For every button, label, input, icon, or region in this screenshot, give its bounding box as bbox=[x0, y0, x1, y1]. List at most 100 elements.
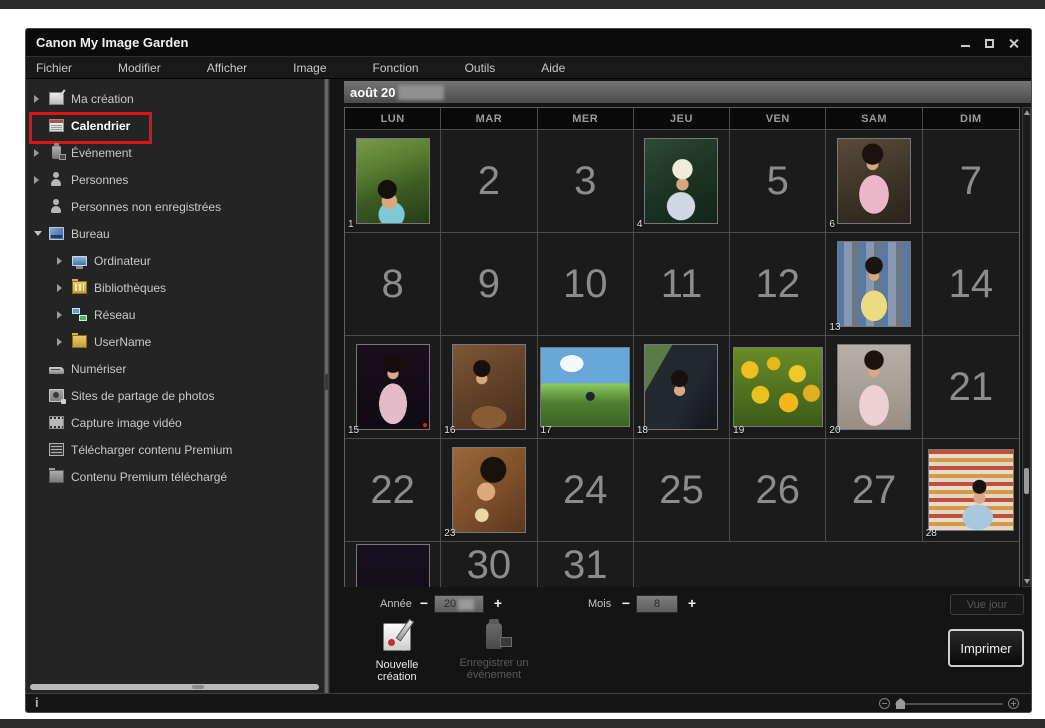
month-increment-button[interactable]: + bbox=[684, 594, 700, 612]
sidebar-item-contenu-premium-telecharge[interactable]: Contenu Premium téléchargé bbox=[26, 463, 323, 490]
calendar-week-row: 1234567 bbox=[345, 130, 1019, 233]
sidebar-splitter[interactable] bbox=[323, 79, 330, 693]
calendar-cell-day-10[interactable]: 10 bbox=[538, 233, 634, 335]
calendar-cell-day-16[interactable]: 16 bbox=[441, 336, 537, 438]
new-creation-button[interactable]: Nouvelle création bbox=[364, 623, 430, 683]
sidebar-item-calendrier[interactable]: Calendrier bbox=[26, 112, 323, 139]
sidebar-item-label: Numériser bbox=[71, 362, 126, 376]
calendar-cell-day-5[interactable]: 5 bbox=[730, 130, 826, 232]
menu-item-afficher[interactable]: Afficher bbox=[207, 61, 247, 75]
chevron-right-icon[interactable] bbox=[57, 338, 72, 346]
calendar-cell-day-25[interactable]: 25 bbox=[634, 439, 730, 541]
calendar-cell-day-13[interactable]: 13 bbox=[826, 233, 922, 335]
scroll-down-arrow-icon[interactable] bbox=[1024, 579, 1030, 584]
scrollbar-thumb[interactable] bbox=[1024, 468, 1029, 494]
calendar-cell-day-12[interactable]: 12 bbox=[730, 233, 826, 335]
calendar-cell-day-27[interactable]: 27 bbox=[826, 439, 922, 541]
calendar-cell-day-28[interactable]: 28 bbox=[923, 439, 1019, 541]
calendar-cell-day-8[interactable]: 8 bbox=[345, 233, 441, 335]
day-view-button[interactable]: Vue jour bbox=[950, 594, 1024, 615]
chevron-right-icon[interactable] bbox=[57, 284, 72, 292]
calendar-cell-day-22[interactable]: 22 bbox=[345, 439, 441, 541]
calendar-cell-day-1[interactable]: 1 bbox=[345, 130, 441, 232]
day-number: 19 bbox=[733, 425, 744, 436]
calendar-cell-day-26[interactable]: 26 bbox=[730, 439, 826, 541]
year-increment-button[interactable]: + bbox=[490, 594, 506, 612]
calendar-cell-day-29[interactable]: 29 bbox=[345, 542, 441, 587]
calendar-cell-day-17[interactable]: 17 bbox=[538, 336, 634, 438]
month-value-field[interactable]: 8 bbox=[636, 595, 678, 613]
sidebar-item-evenement[interactable]: Événement bbox=[26, 139, 323, 166]
sidebar-item-label: Sites de partage de photos bbox=[71, 389, 214, 403]
chevron-right-icon[interactable] bbox=[34, 149, 49, 157]
sidebar-item-telecharger-contenu-premium[interactable]: Télécharger contenu Premium bbox=[26, 436, 323, 463]
chevron-down-icon[interactable] bbox=[34, 231, 49, 236]
calendar-cell-day-6[interactable]: 6 bbox=[826, 130, 922, 232]
chevron-right-icon[interactable] bbox=[57, 311, 72, 319]
vertical-scrollbar[interactable] bbox=[1022, 107, 1031, 587]
menu-item-aide[interactable]: Aide bbox=[541, 61, 565, 75]
calendar-cell-day-23[interactable]: 23 bbox=[441, 439, 537, 541]
zoom-slider-track[interactable] bbox=[895, 703, 1003, 705]
calendar-cell-day-30[interactable]: 30 bbox=[441, 542, 537, 587]
print-button[interactable]: Imprimer bbox=[948, 629, 1024, 667]
calendar-cell-day-19[interactable]: 19 bbox=[730, 336, 826, 438]
scroll-up-arrow-icon[interactable] bbox=[1024, 110, 1030, 115]
sidebar-item-personnes[interactable]: Personnes bbox=[26, 166, 323, 193]
calendar-cell-day-15[interactable]: 15 bbox=[345, 336, 441, 438]
menu-item-outils[interactable]: Outils bbox=[465, 61, 496, 75]
sidebar-horizontal-scrollbar[interactable] bbox=[30, 684, 319, 690]
sidebar-item-personnes-non-enregistrees[interactable]: Personnes non enregistrées bbox=[26, 193, 323, 220]
photo-thumbnail bbox=[541, 348, 629, 426]
year-decrement-button[interactable]: − bbox=[416, 594, 432, 612]
calendar-cell-day-31[interactable]: 31 bbox=[538, 542, 634, 587]
sidebar-item-ordinateur[interactable]: Ordinateur bbox=[26, 247, 323, 274]
calendar-cell-day-9[interactable]: 9 bbox=[441, 233, 537, 335]
calendar-cell-day-4[interactable]: 4 bbox=[634, 130, 730, 232]
calendar-cell-day-18[interactable]: 18 bbox=[634, 336, 730, 438]
scrollbar-grip[interactable] bbox=[192, 685, 204, 689]
zoom-in-icon[interactable] bbox=[1008, 698, 1019, 709]
sidebar-item-sites-de-partage-de-photos[interactable]: Sites de partage de photos bbox=[26, 382, 323, 409]
calendar-cell-day-14[interactable]: 14 bbox=[923, 233, 1019, 335]
day-number: 12 bbox=[756, 264, 801, 304]
calendar-cell-day-3[interactable]: 3 bbox=[538, 130, 634, 232]
event-icon bbox=[52, 146, 61, 159]
calendar-cell-day-11[interactable]: 11 bbox=[634, 233, 730, 335]
calendar-cell-day-2[interactable]: 2 bbox=[441, 130, 537, 232]
sidebar-item-reseau[interactable]: Réseau bbox=[26, 301, 323, 328]
title-bar: Canon My Image Garden bbox=[26, 29, 1031, 57]
calendar-cell-day-7[interactable]: 7 bbox=[923, 130, 1019, 232]
sidebar-item-ma-creation[interactable]: Ma création bbox=[26, 85, 323, 112]
video-capture-icon bbox=[49, 416, 64, 429]
sidebar-item-bibliotheques[interactable]: Bibliothèques bbox=[26, 274, 323, 301]
dropdown-caret-icon[interactable] bbox=[400, 646, 408, 651]
calendar-cell-day-24[interactable]: 24 bbox=[538, 439, 634, 541]
menu-item-fichier[interactable]: Fichier bbox=[36, 61, 72, 75]
day-number: 7 bbox=[960, 161, 982, 201]
close-button[interactable] bbox=[1008, 38, 1019, 49]
calendar-cell-day-20[interactable]: 20 bbox=[826, 336, 922, 438]
info-icon[interactable]: i bbox=[35, 695, 39, 710]
menu-item-fonction[interactable]: Fonction bbox=[373, 61, 419, 75]
sidebar-item-label: Réseau bbox=[94, 308, 135, 322]
day-header-jeu: JEU bbox=[634, 108, 730, 129]
chevron-right-icon[interactable] bbox=[57, 257, 72, 265]
chevron-right-icon[interactable] bbox=[34, 176, 49, 184]
premium-folder-icon bbox=[49, 470, 64, 483]
year-value-field[interactable]: 20 bbox=[434, 595, 484, 613]
sidebar-item-capture-image-video[interactable]: Capture image vidéo bbox=[26, 409, 323, 436]
month-decrement-button[interactable]: − bbox=[618, 594, 634, 612]
sidebar-item-username[interactable]: UserName bbox=[26, 328, 323, 355]
register-event-button[interactable]: Enregistrer un événement bbox=[448, 623, 540, 681]
zoom-slider-thumb[interactable] bbox=[896, 698, 905, 709]
maximize-button[interactable] bbox=[984, 38, 995, 49]
calendar-cell-day-21[interactable]: 21 bbox=[923, 336, 1019, 438]
zoom-out-icon[interactable] bbox=[879, 698, 890, 709]
chevron-right-icon[interactable] bbox=[34, 95, 49, 103]
menu-item-image[interactable]: Image bbox=[293, 61, 326, 75]
sidebar-item-bureau[interactable]: Bureau bbox=[26, 220, 323, 247]
minimize-button[interactable] bbox=[960, 38, 971, 49]
sidebar-item-numeriser[interactable]: Numériser bbox=[26, 355, 323, 382]
menu-item-modifier[interactable]: Modifier bbox=[118, 61, 161, 75]
